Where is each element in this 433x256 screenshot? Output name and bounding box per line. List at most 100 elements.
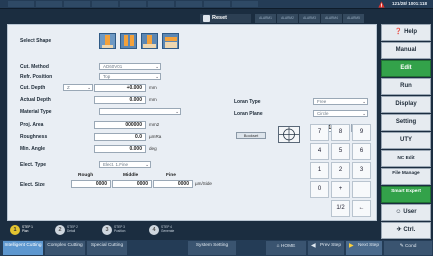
actual-depth-unit: mm xyxy=(149,97,157,102)
mode-tab[interactable] xyxy=(176,1,202,7)
wizard-step-1[interactable]: 1 STEP 1 Plan xyxy=(10,225,33,235)
alarm-indicator: ALARM4 xyxy=(321,14,342,23)
alarm-indicator: ALARM5 xyxy=(343,14,364,23)
min-angle-label: Min. Angle xyxy=(20,146,46,152)
key-7[interactable]: 7 xyxy=(310,124,329,141)
material-type-label: Material Type xyxy=(20,109,52,115)
mode-tab[interactable] xyxy=(92,1,118,7)
prev-step-button[interactable]: ◀ Prev Step xyxy=(308,241,344,255)
key-blank[interactable] xyxy=(352,181,371,198)
display-button[interactable]: Display xyxy=(381,96,431,113)
loran-plane-value: Circle xyxy=(317,111,329,116)
material-type-select[interactable]: ⌄ xyxy=(99,108,181,115)
key-1[interactable]: 1 xyxy=(310,162,329,179)
roughness-unit: µmRa xyxy=(149,134,162,139)
cut-method-select[interactable]: AD60V01 ⌄ xyxy=(99,63,161,70)
chevron-down-icon: ⌄ xyxy=(362,111,366,116)
chevron-down-icon: ⌄ xyxy=(155,64,159,69)
proj-area-unit: mm2 xyxy=(149,122,160,127)
elect-size-middle-input[interactable]: 0000 xyxy=(112,180,152,188)
ctrl-button[interactable]: ✈ Ctrl. xyxy=(381,222,431,239)
key-3[interactable]: 3 xyxy=(352,162,371,179)
mode-tab[interactable] xyxy=(64,1,90,7)
shape-option-4[interactable] xyxy=(162,33,179,49)
key-8[interactable]: 8 xyxy=(331,124,350,141)
loran-type-select[interactable]: Free ⌄ xyxy=(313,98,368,105)
wizard-steps: 1 STEP 1 Plan 2 STEP 2 Detail 3 STEP 3 Posi… xyxy=(7,222,377,240)
ctrl-label: Ctrl. xyxy=(403,227,416,233)
loran-plane-select[interactable]: Circle ⌄ xyxy=(313,110,368,117)
special-cutting-tab[interactable]: Special Cutting xyxy=(87,241,127,255)
alarm-indicator: ALARM3 xyxy=(299,14,320,23)
shape-electrode-icon xyxy=(124,35,128,46)
key-2[interactable]: 2 xyxy=(331,162,350,179)
shape-option-3[interactable] xyxy=(141,33,158,49)
file-manage-button[interactable]: File Manage xyxy=(381,168,431,185)
elect-type-value: Elect. 1.Fine xyxy=(103,162,129,167)
mode-tab[interactable] xyxy=(204,1,230,7)
wizard-step-2[interactable]: 2 STEP 2 Detail xyxy=(55,225,78,235)
system-setting-tab[interactable]: System Setting xyxy=(188,241,236,255)
run-button[interactable]: Run xyxy=(381,78,431,95)
min-angle-input[interactable]: 0.000 xyxy=(94,145,146,153)
roughness-input[interactable]: 0.0 xyxy=(94,133,146,141)
key-backspace[interactable]: ← xyxy=(352,200,371,217)
home-button[interactable]: ⌂ HOME xyxy=(266,241,306,255)
shape-electrode-icon xyxy=(130,35,134,46)
mode-tab[interactable] xyxy=(36,1,62,7)
home-icon: ⌂ xyxy=(276,244,280,249)
actual-depth-input[interactable]: 0.000 xyxy=(94,96,146,104)
elect-size-rough-input[interactable]: 0000 xyxy=(71,180,111,188)
shape-electrode-icon xyxy=(147,35,152,44)
key-5[interactable]: 5 xyxy=(331,143,350,160)
mode-tab[interactable] xyxy=(120,1,146,7)
elect-size-header-middle: Middle xyxy=(123,173,139,178)
key-4[interactable]: 4 xyxy=(310,143,329,160)
cond-icon: ✎ xyxy=(399,244,404,249)
chevron-down-icon: ⌄ xyxy=(362,99,366,104)
manual-button[interactable]: Manual xyxy=(381,42,431,59)
key-plus-minus[interactable]: + xyxy=(331,181,350,198)
next-step-button[interactable]: ▶ Next Step xyxy=(346,241,382,255)
cut-depth-axis-value: Z xyxy=(67,85,70,90)
cond-button[interactable]: ✎ Cond xyxy=(384,241,432,255)
warning-icon xyxy=(378,1,385,8)
wizard-step-3[interactable]: 3 STEP 3 Position xyxy=(102,225,125,235)
smart-expert-button[interactable]: Smart Expert xyxy=(381,186,431,203)
shape-option-1[interactable] xyxy=(99,33,116,49)
edit-button[interactable]: Edit xyxy=(381,60,431,77)
step-name: Detail xyxy=(67,229,76,233)
step-name: Plan xyxy=(22,229,29,233)
step-number: 1 xyxy=(10,225,20,235)
user-button[interactable]: ☺ User xyxy=(381,204,431,221)
key-half[interactable]: 1/2 xyxy=(331,200,350,217)
shape-workpiece-icon xyxy=(102,45,113,48)
chevron-down-icon: ⌄ xyxy=(175,109,179,114)
elect-size-header-fine: Fine xyxy=(166,173,176,178)
step-name: Generate xyxy=(161,229,175,233)
help-button[interactable]: ❓ Help xyxy=(381,24,431,41)
key-9[interactable]: 9 xyxy=(352,124,371,141)
intelligent-cutting-tab[interactable]: Intelligent Cutting xyxy=(3,241,43,255)
mode-tab[interactable] xyxy=(8,1,34,7)
uty-button[interactable]: UTY xyxy=(381,132,431,149)
key-0[interactable]: 0 xyxy=(310,181,329,198)
complex-cutting-tab[interactable]: Complex Cutting xyxy=(45,241,85,255)
wizard-step-4[interactable]: 4 STEP 4 Generate xyxy=(149,225,174,235)
cut-depth-input[interactable]: +0.000 xyxy=(94,84,146,92)
bookset-button[interactable]: Bookset xyxy=(236,132,266,139)
nc-edit-button[interactable]: NC Edit xyxy=(381,150,431,167)
shape-option-2[interactable] xyxy=(120,33,137,49)
refr-position-select[interactable]: Top ⌄ xyxy=(99,73,161,80)
reset-button[interactable]: Reset xyxy=(200,14,251,23)
elect-size-fine-input[interactable]: 0000 xyxy=(153,180,193,188)
step-name: Position xyxy=(114,229,126,233)
proj-area-input[interactable]: 000000 xyxy=(94,121,146,129)
setting-button[interactable]: Setting xyxy=(381,114,431,131)
chevron-down-icon: ⌄ xyxy=(155,74,159,79)
mode-tab[interactable] xyxy=(148,1,174,7)
mode-tab[interactable] xyxy=(232,1,258,7)
elect-type-select[interactable]: Elect. 1.Fine ⌄ xyxy=(99,161,151,168)
key-6[interactable]: 6 xyxy=(352,143,371,160)
cut-depth-axis-select[interactable]: Z ⌄ xyxy=(63,84,93,91)
